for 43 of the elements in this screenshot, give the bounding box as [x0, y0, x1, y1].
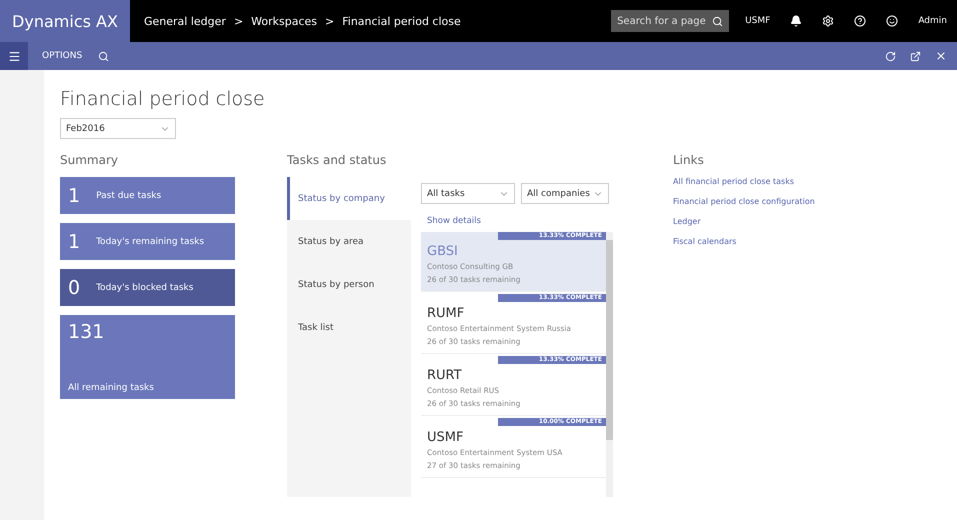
company-picker[interactable]: USMF — [745, 16, 770, 26]
summary-tile[interactable]: 131 All remaining tasks — [60, 315, 235, 399]
close-icon[interactable] — [935, 50, 947, 62]
nav-tab[interactable]: Status by company — [287, 177, 411, 220]
scrollbar-thumb[interactable] — [606, 240, 613, 440]
company-code: RURT — [427, 368, 463, 383]
company-code: USMF — [427, 430, 464, 445]
menu-icon — [8, 50, 20, 62]
breadcrumb-link[interactable]: Workspaces — [251, 14, 318, 28]
search-icon — [712, 16, 724, 26]
section-title: Links — [673, 153, 705, 167]
refresh-icon[interactable] — [885, 50, 896, 62]
summary-tile[interactable]: 1 Today's remaining tasks — [60, 223, 235, 260]
settings-icon[interactable] — [822, 15, 834, 27]
app-name[interactable]: Dynamics AX — [0, 0, 130, 42]
page-title: Financial period close — [60, 88, 266, 110]
options-tab[interactable]: OPTIONS — [42, 51, 82, 61]
company-code: GBSI — [427, 244, 459, 259]
help-icon[interactable] — [854, 15, 866, 27]
period-dropdown[interactable]: Feb2016 — [60, 118, 176, 139]
search-field[interactable]: Search for a page — [611, 10, 730, 32]
breadcrumb-link[interactable]: General ledger — [144, 14, 226, 28]
breadcrumb-separator: > — [234, 14, 244, 28]
search-icon[interactable] — [98, 50, 110, 62]
summary-tile[interactable]: 0 Today's blocked tasks — [60, 269, 235, 306]
company-code: RUMF — [427, 306, 466, 321]
page-link[interactable]: Financial period close configuration — [673, 197, 873, 206]
menu-button[interactable] — [0, 42, 28, 70]
companies-dropdown[interactable]: All companies — [521, 183, 609, 204]
page-link[interactable]: All financial period close tasks — [673, 177, 873, 186]
user-name[interactable]: Admin — [918, 16, 947, 26]
avatar-icon[interactable] — [886, 15, 898, 27]
show-details-link[interactable]: Show details — [427, 216, 613, 226]
page-link[interactable]: Fiscal calendars — [673, 237, 873, 246]
open-new-window-icon[interactable] — [910, 50, 921, 62]
section-title: Summary — [60, 153, 119, 167]
page-link[interactable]: Ledger — [673, 217, 873, 226]
section-title: Tasks and status — [287, 153, 388, 167]
tasks-dropdown[interactable]: All tasks — [421, 183, 515, 204]
breadcrumb-separator: > — [325, 14, 334, 28]
summary-tile[interactable]: 1 Past due tasks — [60, 177, 235, 214]
breadcrumb-link[interactable]: Financial period close — [342, 14, 461, 28]
bell-icon[interactable] — [790, 15, 802, 27]
